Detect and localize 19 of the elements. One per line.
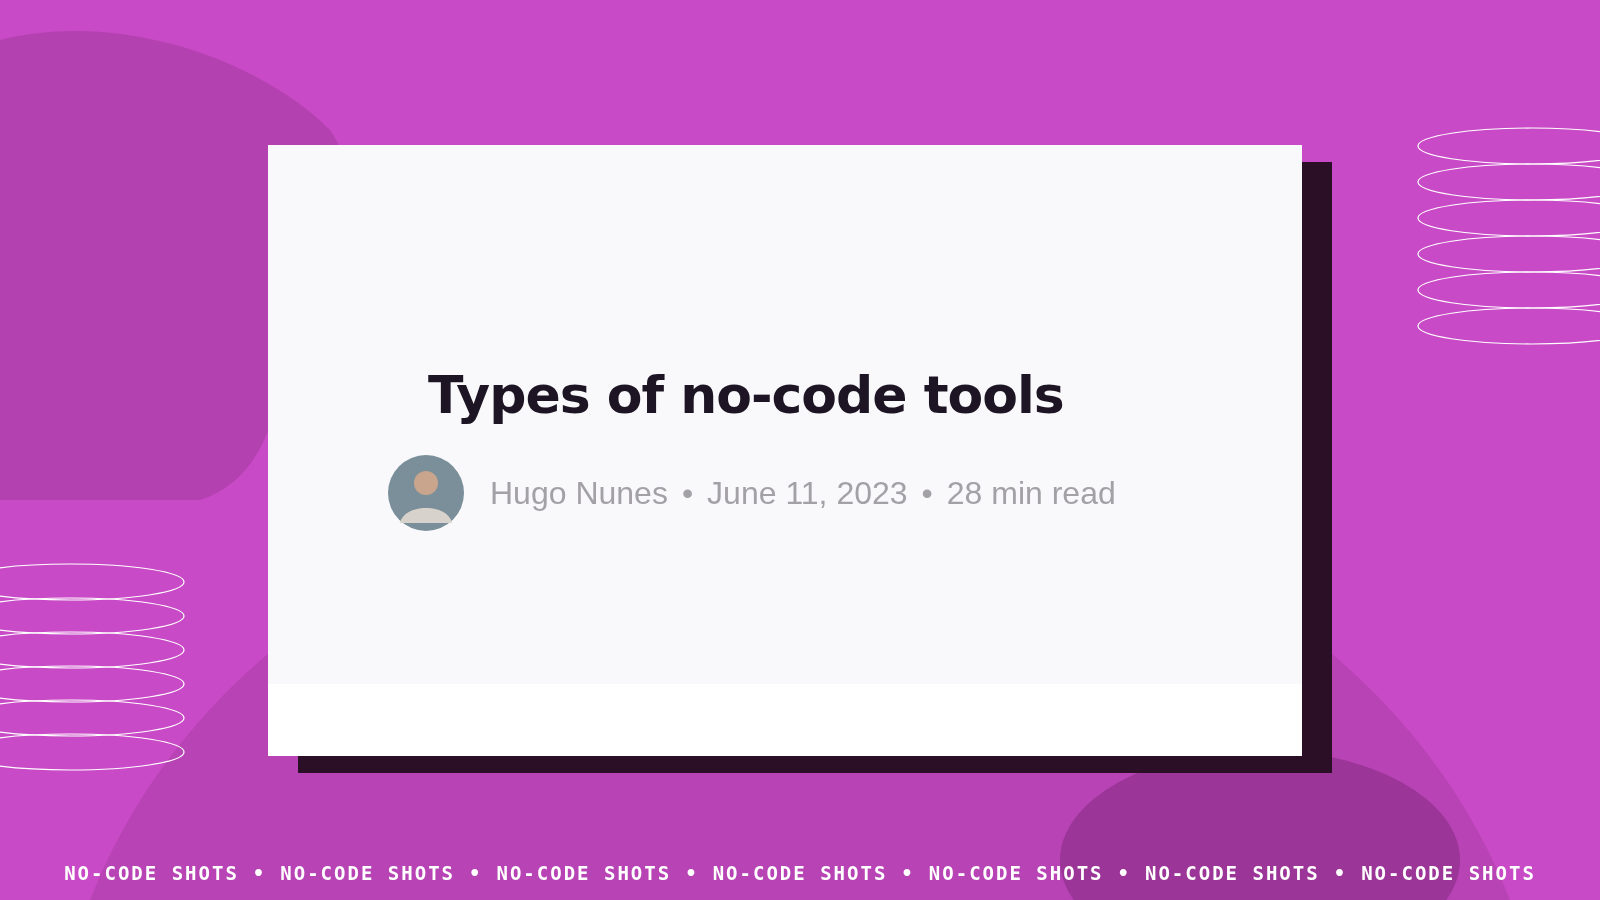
separator-dot: • <box>1333 862 1348 884</box>
read-time: 28 min read <box>946 474 1116 512</box>
author-name: Hugo Nunes <box>490 474 668 512</box>
separator-dot: • <box>685 862 699 884</box>
ticker-text: NO-CODE SHOTS <box>280 862 455 884</box>
ticker-text: NO-CODE SHOTS <box>1361 862 1536 884</box>
ticker-text: NO-CODE SHOTS <box>496 862 672 884</box>
separator-dot: • <box>252 862 267 884</box>
publish-date: June 11, 2023 <box>707 474 908 512</box>
separator-dot: • <box>469 862 483 884</box>
separator-dot: • <box>921 474 933 512</box>
ticker-text: NO-CODE SHOTS <box>712 862 888 884</box>
separator-dot: • <box>901 862 915 884</box>
ticker-text: NO-CODE SHOTS <box>928 862 1104 884</box>
ticker-text: NO-CODE SHOTS <box>1145 862 1320 884</box>
separator-dot: • <box>1117 862 1131 884</box>
separator-dot: • <box>681 474 694 512</box>
ticker-text: NO-CODE SHOTS <box>64 862 239 884</box>
article-title: Types of no-code tools <box>428 365 1065 425</box>
